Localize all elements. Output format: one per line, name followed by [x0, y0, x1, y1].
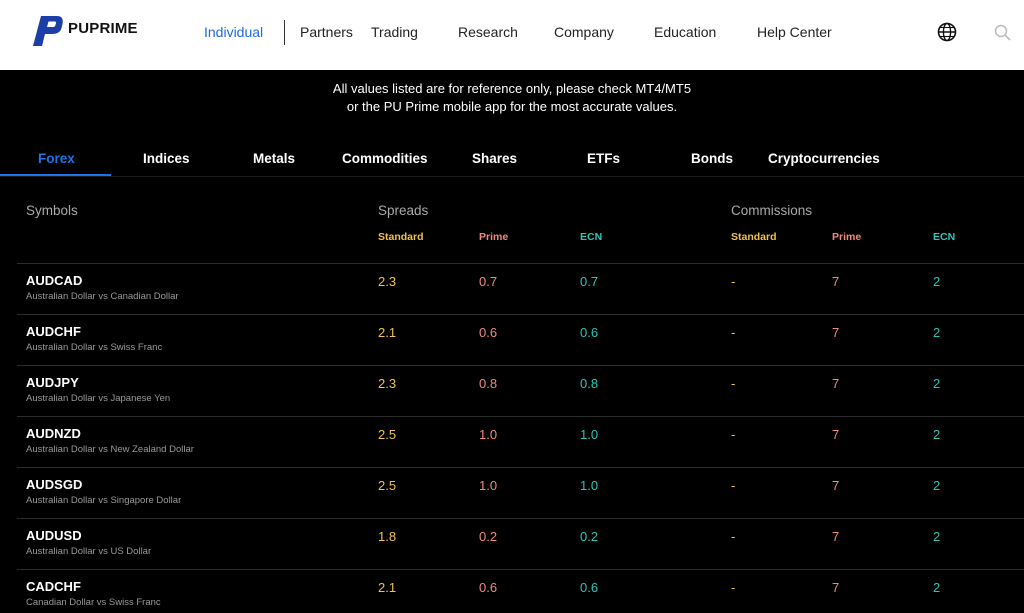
- symbol-description: Australian Dollar vs US Dollar: [26, 546, 152, 557]
- commission-ecn: 2: [933, 376, 941, 391]
- spread-prime: 0.8: [479, 376, 498, 391]
- commission-standard: -: [731, 580, 736, 595]
- symbol-description: Australian Dollar vs Swiss Franc: [26, 342, 163, 353]
- commission-prime: 7: [832, 529, 840, 544]
- symbol-description: Australian Dollar vs Japanese Yen: [26, 393, 171, 404]
- tab-divider: [0, 176, 1024, 177]
- reference-notice: All values listed are for reference only…: [0, 80, 1024, 116]
- spread-ecn: 0.8: [580, 376, 599, 391]
- spread-prime-header: Prime: [479, 231, 509, 243]
- spread-standard: 2.5: [378, 478, 397, 493]
- nav-partners[interactable]: Partners: [300, 24, 353, 40]
- table-row: AUDJPY Australian Dollar vs Japanese Yen…: [17, 365, 1024, 416]
- commission-prime: 7: [832, 478, 840, 493]
- table-row: AUDNZD Australian Dollar vs New Zealand …: [17, 416, 1024, 467]
- spread-ecn-header: ECN: [580, 231, 603, 243]
- tab-indices[interactable]: Indices: [143, 151, 190, 166]
- commission-standard-header: Standard: [731, 231, 777, 243]
- nav-individual[interactable]: Individual: [204, 24, 263, 40]
- commission-standard: -: [731, 376, 736, 391]
- tab-etfs[interactable]: ETFs: [587, 151, 620, 166]
- spread-prime: 0.6: [479, 580, 498, 595]
- spread-prime: 1.0: [479, 427, 498, 442]
- spread-standard: 2.3: [378, 274, 397, 289]
- table-row: AUDCAD Australian Dollar vs Canadian Dol…: [17, 263, 1024, 314]
- commission-ecn: 2: [933, 580, 941, 595]
- spread-standard: 2.5: [378, 427, 397, 442]
- symbol-description: Canadian Dollar vs Swiss Franc: [26, 597, 161, 608]
- table-row: AUDSGD Australian Dollar vs Singapore Do…: [17, 467, 1024, 518]
- spread-standard: 1.8: [378, 529, 397, 544]
- nav-divider: [284, 20, 285, 45]
- spread-standard: 2.3: [378, 376, 397, 391]
- spread-standard: 2.1: [378, 325, 397, 340]
- symbol-code: AUDCHF: [26, 324, 81, 339]
- nav-research[interactable]: Research: [458, 24, 518, 40]
- table-row: AUDUSD Australian Dollar vs US Dollar 1.…: [17, 518, 1024, 569]
- nav-trading[interactable]: Trading: [371, 24, 418, 40]
- spread-prime: 1.0: [479, 478, 498, 493]
- commission-prime: 7: [832, 376, 840, 391]
- brand-name[interactable]: PUPRIME: [68, 20, 138, 37]
- symbol-code: AUDNZD: [26, 426, 81, 441]
- table-row: CADCHF Canadian Dollar vs Swiss Franc 2.…: [17, 569, 1024, 613]
- spread-ecn: 0.2: [580, 529, 599, 544]
- symbols-header: Symbols: [26, 203, 78, 218]
- commission-ecn: 2: [933, 427, 941, 442]
- tab-forex[interactable]: Forex: [38, 151, 75, 166]
- tab-shares[interactable]: Shares: [472, 151, 517, 166]
- puprime-logo-icon[interactable]: [30, 13, 64, 47]
- nav-education[interactable]: Education: [654, 24, 716, 40]
- symbol-description: Australian Dollar vs Canadian Dollar: [26, 291, 179, 302]
- notice-line-1: All values listed are for reference only…: [332, 81, 692, 96]
- nav-company[interactable]: Company: [554, 24, 614, 40]
- tab-commodities[interactable]: Commodities: [342, 151, 428, 166]
- commissions-header: Commissions: [731, 203, 813, 218]
- commission-prime: 7: [832, 325, 840, 340]
- spread-standard: 2.1: [378, 580, 397, 595]
- site-header: PUPRIME Individual Partners Trading Rese…: [0, 0, 1024, 70]
- commission-standard: -: [731, 274, 736, 289]
- spread-standard-header: Standard: [378, 231, 424, 243]
- spreads-header: Spreads: [378, 203, 429, 218]
- spread-ecn: 1.0: [580, 478, 599, 493]
- commission-ecn: 2: [933, 529, 941, 544]
- spread-ecn: 0.6: [580, 325, 599, 340]
- tab-cryptocurrencies[interactable]: Cryptocurrencies: [768, 151, 880, 166]
- globe-icon[interactable]: [937, 22, 957, 42]
- commission-standard: -: [731, 427, 736, 442]
- commission-prime: 7: [832, 274, 840, 289]
- symbol-description: Australian Dollar vs Singapore Dollar: [26, 495, 182, 506]
- spread-ecn: 0.6: [580, 580, 599, 595]
- commission-standard: -: [731, 529, 736, 544]
- commission-prime-header: Prime: [832, 231, 862, 243]
- commission-standard: -: [731, 478, 736, 493]
- commission-ecn: 2: [933, 325, 941, 340]
- search-icon[interactable]: [994, 24, 1011, 41]
- spread-prime: 0.7: [479, 274, 498, 289]
- nav-help-center[interactable]: Help Center: [757, 24, 832, 40]
- spread-ecn: 1.0: [580, 427, 599, 442]
- commission-standard: -: [731, 325, 736, 340]
- symbol-code: AUDUSD: [26, 528, 82, 543]
- commission-prime: 7: [832, 427, 840, 442]
- commission-ecn: 2: [933, 274, 941, 289]
- spread-prime: 0.6: [479, 325, 498, 340]
- symbol-code: AUDSGD: [26, 477, 83, 492]
- commission-prime: 7: [832, 580, 840, 595]
- notice-line-2: or the PU Prime mobile app for the most …: [346, 99, 678, 114]
- spread-prime: 0.2: [479, 529, 498, 544]
- symbol-code: CADCHF: [26, 579, 81, 594]
- tab-bonds[interactable]: Bonds: [691, 151, 733, 166]
- symbol-code: AUDCAD: [26, 273, 83, 288]
- table-row: AUDCHF Australian Dollar vs Swiss Franc …: [17, 314, 1024, 365]
- commission-ecn: 2: [933, 478, 941, 493]
- tab-metals[interactable]: Metals: [253, 151, 295, 166]
- symbol-code: AUDJPY: [26, 375, 79, 390]
- symbol-description: Australian Dollar vs New Zealand Dollar: [26, 444, 194, 455]
- spread-ecn: 0.7: [580, 274, 599, 289]
- commission-ecn-header: ECN: [933, 231, 956, 243]
